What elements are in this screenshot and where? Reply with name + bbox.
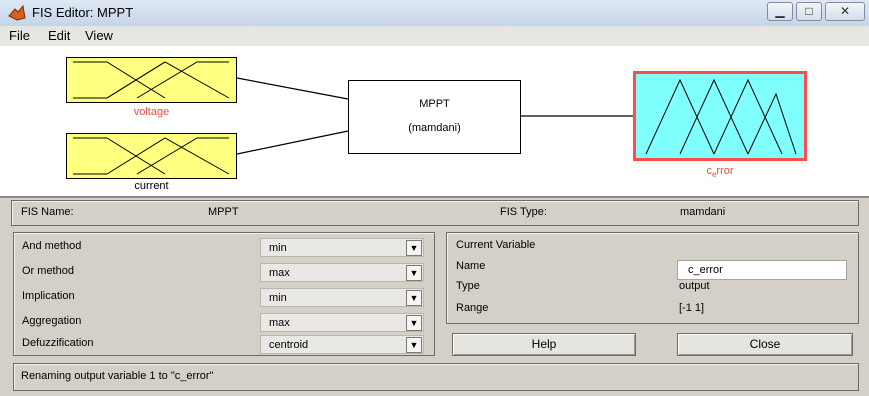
input-voltage-label: voltage [133,106,170,118]
implication-label: Implication [22,290,75,302]
maximize-button[interactable]: □ [796,2,822,21]
fis-name-label: FIS Name: [21,206,74,218]
chevron-down-icon[interactable]: ▼ [406,240,422,256]
system-type: (mamdani) [408,122,461,134]
variable-type-label: Type [456,280,480,292]
methods-panel: And method min ▼ Or method max ▼ Implicati… [13,232,435,356]
status-text: Renaming output variable 1 to "c_error" [21,370,214,382]
chevron-down-icon[interactable]: ▼ [406,265,422,281]
menu-bar [0,26,869,47]
menu-edit[interactable]: Edit [48,28,70,43]
fis-type-value: mamdani [680,206,726,218]
separator [0,196,869,198]
chevron-down-icon[interactable]: ▼ [406,337,422,353]
system-name: MPPT [419,98,450,110]
or-method-label: Or method [22,265,74,277]
title-bar: FIS Editor: MPPT ▁ □ ✕ [0,0,869,27]
and-method-select[interactable]: min ▼ [260,238,424,257]
menu-file[interactable]: File [9,28,30,43]
aggregation-select[interactable]: max ▼ [260,313,424,332]
membership-function-icon [73,61,230,99]
variable-name-label: Name [456,260,486,272]
input-voltage-block[interactable] [66,57,237,103]
fis-info-panel: FIS Name: MPPT FIS Type: mamdani [11,200,859,226]
variable-name-field[interactable] [677,260,847,280]
status-bar: Renaming output variable 1 to "c_error" [13,363,859,391]
menu-view[interactable]: View [85,28,113,43]
close-window-button[interactable]: ✕ [825,2,865,21]
membership-function-icon [645,78,797,155]
input-current-block[interactable] [66,133,237,179]
aggregation-label: Aggregation [22,315,82,327]
variable-type-value: output [679,280,710,292]
defuzzification-select[interactable]: centroid ▼ [260,335,424,354]
or-method-select[interactable]: max ▼ [260,263,424,282]
fis-name-value: MPPT [208,206,239,218]
output-c-error-label: cerror [706,165,734,180]
close-button[interactable]: Close [677,333,853,356]
and-method-label: And method [22,240,82,252]
matlab-icon [8,4,26,22]
variable-range-label: Range [456,302,489,314]
window-title: FIS Editor: MPPT [32,5,134,20]
help-button[interactable]: Help [452,333,636,356]
variable-range-value: [-1 1] [679,302,705,314]
current-variable-panel: Current Variable Name Type output Range … [446,232,859,324]
fis-type-label: FIS Type: [500,206,547,218]
implication-select[interactable]: min ▼ [260,288,424,307]
output-c-error-block[interactable] [633,71,807,161]
fis-system-block[interactable]: MPPT (mamdani) [348,80,521,154]
chevron-down-icon[interactable]: ▼ [406,290,422,306]
defuzzification-label: Defuzzification [22,337,94,349]
input-current-label: current [134,180,169,192]
fis-diagram: voltage current MPPT (mamdani) cerror [0,46,869,196]
current-variable-title: Current Variable [456,239,536,251]
minimize-button[interactable]: ▁ [767,2,793,21]
chevron-down-icon[interactable]: ▼ [406,315,422,331]
membership-function-icon [73,137,230,175]
